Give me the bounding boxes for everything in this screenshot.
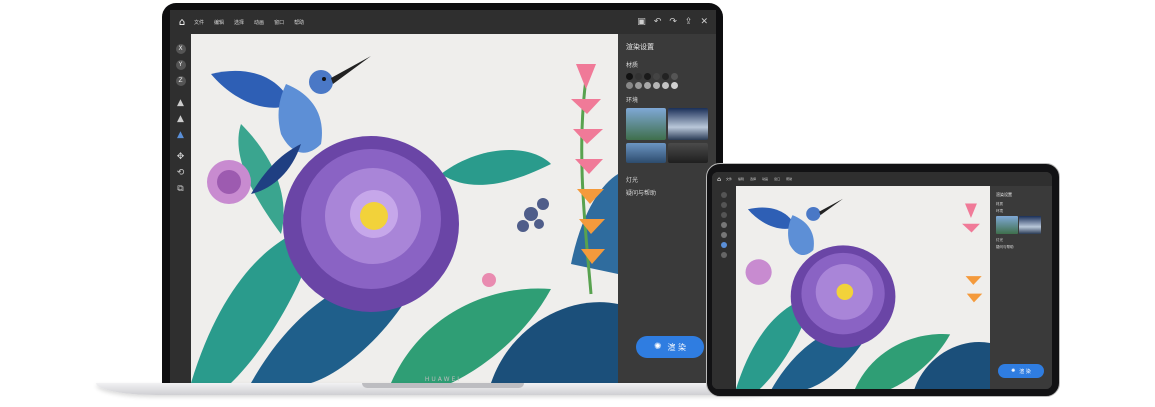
render-settings-panel: 渲染设置 材质 环境 灯光 疑问与帮助 ✺ 渲 染 <box>618 34 716 383</box>
material-label: 材质 <box>626 62 639 69</box>
save-icon[interactable]: ▣ <box>637 16 646 28</box>
share-icon[interactable]: ⇪ <box>685 16 693 28</box>
undo-icon[interactable]: ↶ <box>654 16 662 28</box>
tablet-render-button-label: 渲 染 <box>1019 368 1031 375</box>
tablet-floral-artwork <box>736 186 990 389</box>
tablet-menu-edit[interactable]: 编辑 <box>738 177 744 181</box>
material-swatch[interactable] <box>662 82 669 89</box>
material-swatch[interactable] <box>653 73 660 80</box>
tablet-menu-bar: ⌂ 文件 编辑 选择 动画 窗口 帮助 <box>712 172 1052 186</box>
tablet-prism-icon[interactable] <box>721 242 727 248</box>
menu-select[interactable]: 选择 <box>234 19 244 26</box>
tablet-left-toolbar <box>712 186 736 389</box>
material-swatch[interactable] <box>644 82 651 89</box>
tablet-screen: ⌂ 文件 编辑 选择 动画 窗口 帮助 渲染设置 材质 环境 灯光 疑问与帮助 … <box>712 172 1052 389</box>
tablet-panel-title: 渲染设置 <box>996 192 1012 197</box>
render-button-label: 渲 染 <box>667 342 687 352</box>
tablet-cone-icon[interactable] <box>721 222 727 228</box>
left-toolbar: X Y Z ▲ ▲ ▲ ✥ ⟲ ⧉ <box>170 34 191 383</box>
environment-thumbnails-row-2 <box>626 143 708 163</box>
axis-x-button[interactable]: X <box>175 44 186 54</box>
tablet-help-link[interactable]: 疑问与帮助 <box>996 245 1046 250</box>
tablet-menu-animation[interactable]: 动画 <box>762 177 768 181</box>
menu-window[interactable]: 窗口 <box>274 19 284 26</box>
floral-artwork <box>191 34 618 383</box>
render-button[interactable]: ✺ 渲 染 <box>636 336 704 358</box>
axis-z-button[interactable]: Z <box>175 76 186 86</box>
tablet-move-icon[interactable] <box>721 252 727 258</box>
menu-bar: ⌂ 文件 编辑 选择 动画 窗口 帮助 ▣ ↶ ↷ ⇪ ✕ <box>170 10 716 34</box>
panel-title: 渲染设置 <box>626 43 654 51</box>
tablet-pyramid-icon[interactable] <box>721 232 727 238</box>
move-icon[interactable]: ✥ <box>176 152 186 162</box>
aperture-icon: ✺ <box>653 342 662 352</box>
rotate-icon[interactable]: ⟲ <box>176 168 186 178</box>
window-tools: ▣ ↶ ↷ ⇪ ✕ <box>637 16 708 28</box>
tablet-home-icon[interactable]: ⌂ <box>712 176 726 183</box>
tablet-aperture-icon: ✺ <box>1011 368 1016 374</box>
tablet-render-settings-panel: 渲染设置 材质 环境 灯光 疑问与帮助 ✺ 渲 染 <box>990 186 1052 389</box>
tablet-axis-y-button[interactable] <box>721 202 727 208</box>
material-swatch[interactable] <box>662 73 669 80</box>
axis-y-button[interactable]: Y <box>175 60 186 70</box>
tablet-environment-thumb-sunset[interactable] <box>1019 216 1041 234</box>
light-label[interactable]: 灯光 <box>626 175 708 184</box>
environment-thumb-sunset[interactable] <box>668 108 708 140</box>
material-swatch[interactable] <box>635 73 642 80</box>
tablet-menu-file[interactable]: 文件 <box>726 177 732 181</box>
tablet-menu-select[interactable]: 选择 <box>750 177 756 181</box>
material-swatch[interactable] <box>644 73 651 80</box>
tablet-environment-label: 环境 <box>996 209 1003 213</box>
material-swatch[interactable] <box>653 82 660 89</box>
tablet-material-label: 材质 <box>996 202 1003 206</box>
help-link[interactable]: 疑问与帮助 <box>626 188 708 197</box>
tablet-axis-x-button[interactable] <box>721 192 727 198</box>
menu-edit[interactable]: 编辑 <box>214 19 224 26</box>
tablet-axis-z-button[interactable] <box>721 212 727 218</box>
material-swatch[interactable] <box>671 73 678 80</box>
redo-icon[interactable]: ↷ <box>669 16 677 28</box>
home-icon[interactable]: ⌂ <box>170 17 194 28</box>
material-swatches-row-1 <box>626 73 708 80</box>
tablet-artwork-canvas[interactable] <box>736 186 990 389</box>
close-icon[interactable]: ✕ <box>700 16 708 28</box>
menu-animation[interactable]: 动画 <box>254 19 264 26</box>
laptop-screen: ⌂ 文件 编辑 选择 动画 窗口 帮助 ▣ ↶ ↷ ⇪ ✕ X Y Z ▲ ▲ … <box>170 10 716 383</box>
environment-label: 环境 <box>626 97 639 104</box>
artwork-canvas[interactable] <box>191 34 618 383</box>
environment-thumbnails <box>626 108 708 140</box>
laptop-notch <box>362 383 524 388</box>
tablet-menu-help[interactable]: 帮助 <box>786 177 792 181</box>
material-swatch[interactable] <box>626 73 633 80</box>
tablet-light-label[interactable]: 灯光 <box>996 238 1046 243</box>
material-swatches-row-2 <box>626 82 708 89</box>
environment-thumb-dark[interactable] <box>668 143 708 163</box>
menu-file[interactable]: 文件 <box>194 19 204 26</box>
material-swatch[interactable] <box>626 82 633 89</box>
material-swatch[interactable] <box>671 82 678 89</box>
pyramid-icon[interactable]: ▲ <box>176 114 186 124</box>
menu-help[interactable]: 帮助 <box>294 19 304 26</box>
environment-thumb-landscape[interactable] <box>626 108 666 140</box>
tablet-render-button[interactable]: ✺ 渲 染 <box>998 364 1044 378</box>
tablet-menu-window[interactable]: 窗口 <box>774 177 780 181</box>
tablet-environment-thumbnails <box>996 216 1046 234</box>
tablet-environment-thumb-landscape[interactable] <box>996 216 1018 234</box>
material-swatch[interactable] <box>635 82 642 89</box>
environment-thumb-coast[interactable] <box>626 143 666 163</box>
scale-icon[interactable]: ⧉ <box>176 184 186 194</box>
cone-icon[interactable]: ▲ <box>176 98 186 108</box>
prism-icon[interactable]: ▲ <box>176 130 186 140</box>
